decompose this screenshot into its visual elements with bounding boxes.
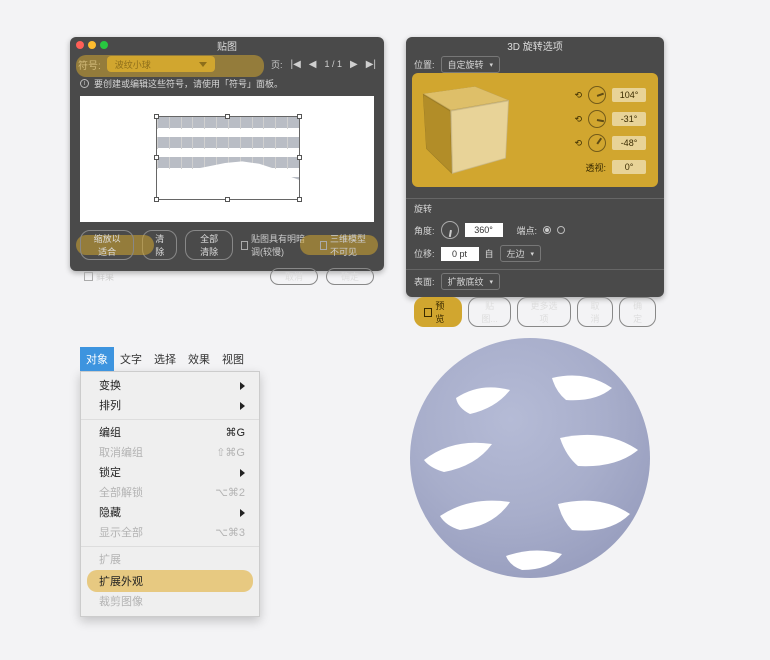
ok-button[interactable]: 确定 (326, 268, 374, 285)
more-options-button[interactable]: 更多选项 (517, 297, 570, 327)
angle-value[interactable]: 360° (465, 223, 503, 237)
tab-view[interactable]: 视图 (216, 347, 250, 371)
highlight-symbol (76, 55, 264, 77)
cap-label: 端点: (517, 224, 538, 237)
rot-y-dial[interactable] (588, 110, 606, 128)
hint-text: 要创建或编辑这些符号，请使用「符号」面板。 (94, 77, 283, 90)
mi-lock[interactable]: 锁定 (81, 463, 259, 483)
mi-expand: 扩展 (81, 550, 259, 570)
mi-unlock-all: 全部解锁⌥⌘2 (81, 483, 259, 503)
axis-x-icon: ⟲ (574, 90, 582, 101)
mi-crop-image: 裁剪图像 (81, 592, 259, 612)
mi-arrange[interactable]: 排列 (81, 396, 259, 416)
map-art-dialog: 贴图 符号: 波纹小球 页: |◀ ◀ 1 / 1 ▶ ▶| i 要创建或编辑这… (70, 37, 384, 271)
window-close[interactable] (76, 41, 84, 49)
from-dropdown[interactable]: 左边▾ (500, 245, 542, 262)
submenu-icon (240, 402, 245, 410)
cancel-button[interactable]: 取消 (577, 297, 614, 327)
tab-select[interactable]: 选择 (148, 347, 182, 371)
surface-label: 表面: (414, 275, 435, 288)
map-art-button[interactable]: 贴图... (468, 297, 512, 327)
angle-label: 角度: (414, 224, 435, 237)
axis-z-icon: ⟲ (574, 138, 582, 149)
from-label: 自 (485, 247, 494, 260)
cap-off-radio[interactable] (557, 226, 565, 234)
perspective-value[interactable]: 0° (612, 160, 646, 174)
preview-label: 预览 (435, 299, 451, 325)
preview-area[interactable] (80, 96, 374, 222)
cancel-button[interactable]: 取消 (270, 268, 318, 285)
submenu-icon (240, 469, 245, 477)
surface-dropdown[interactable]: 扩散底纹▾ (441, 273, 501, 290)
mi-expand-appearance[interactable]: 扩展外观 (87, 570, 253, 592)
shortcut: ⌘G (225, 426, 245, 440)
surface-value: 扩散底纹 (448, 275, 484, 288)
rot-z-value[interactable]: -48° (612, 136, 646, 150)
mi-transform[interactable]: 变换 (81, 376, 259, 396)
window-min[interactable] (88, 41, 96, 49)
mi-hide[interactable]: 隐藏 (81, 503, 259, 523)
mapped-art[interactable] (156, 116, 300, 200)
invisible-label: 三维模型不可见 (330, 232, 374, 258)
axis-y-icon: ⟲ (574, 114, 582, 125)
offset-value[interactable]: 0 pt (441, 247, 479, 261)
rot-z-dial[interactable] (588, 134, 606, 152)
mi-group[interactable]: 编组⌘G (81, 423, 259, 443)
title: 3D 旋转选项 (507, 38, 563, 53)
shortcut: ⇧⌘G (216, 446, 245, 460)
titlebar: 贴图 (70, 37, 384, 53)
result-sphere (410, 338, 650, 578)
position-value: 自定旋转 (448, 58, 484, 71)
nav-last[interactable]: ▶| (366, 59, 376, 70)
preview-checkbox[interactable]: 鲜果 (84, 270, 114, 283)
rot-x-dial[interactable] (588, 86, 606, 104)
nav-first[interactable]: |◀ (290, 59, 300, 70)
tab-object[interactable]: 对象 (80, 347, 114, 371)
preview-checkbox[interactable]: 预览 (414, 297, 462, 327)
perspective-label: 透视: (585, 161, 606, 174)
object-menu: 对象 文字 选择 效果 视图 变换 排列 编组⌘G 取消编组⇧⌘G 锁定 全部解… (80, 347, 260, 617)
submenu-icon (240, 382, 245, 390)
tab-text[interactable]: 文字 (114, 347, 148, 371)
menu-tabs: 对象 文字 选择 效果 视图 (80, 347, 260, 371)
mi-ungroup: 取消编组⇧⌘G (81, 443, 259, 463)
nav-prev[interactable]: ◀ (309, 59, 317, 70)
position-label: 位置: (414, 58, 435, 71)
submenu-icon (240, 509, 245, 517)
mi-show-all: 显示全部⌥⌘3 (81, 523, 259, 543)
page-label: 页: (271, 58, 283, 71)
rot-y-value[interactable]: -31° (612, 112, 646, 126)
rot-x-value[interactable]: 104° (612, 88, 646, 102)
3d-revolve-dialog: 3D 旋转选项 位置: 自定旋转 ▾ ⟲ 104° (406, 37, 664, 297)
object-dropdown: 变换 排列 编组⌘G 取消编组⇧⌘G 锁定 全部解锁⌥⌘2 隐藏 显示全部⌥⌘3… (80, 371, 260, 617)
clear-all-button[interactable]: 全部清除 (185, 230, 233, 260)
page-value: 1 / 1 (324, 59, 342, 69)
highlight-3d-block: ⟲ 104° ⟲ -31° ⟲ -48° 透视: 0° (412, 73, 658, 187)
angle-dial[interactable] (441, 221, 459, 239)
invisible-checkbox[interactable]: 三维模型不可见 (320, 232, 374, 258)
from-value: 左边 (507, 247, 525, 260)
info-icon: i (80, 79, 89, 88)
window-max[interactable] (100, 41, 108, 49)
offset-label: 位移: (414, 247, 435, 260)
nav-next[interactable]: ▶ (350, 59, 358, 70)
title: 贴图 (217, 38, 237, 53)
rotate-section-label: 旋转 (414, 202, 432, 215)
rotation-cube[interactable] (434, 95, 504, 165)
fit-button[interactable]: 缩放以适合 (80, 230, 134, 260)
titlebar: 3D 旋转选项 (406, 37, 664, 53)
ok-button[interactable]: 确定 (619, 297, 656, 327)
shortcut: ⌥⌘3 (215, 526, 245, 540)
tab-effect[interactable]: 效果 (182, 347, 216, 371)
position-dropdown[interactable]: 自定旋转 ▾ (441, 56, 501, 73)
cap-on-radio[interactable] (543, 226, 551, 234)
shortcut: ⌥⌘2 (215, 486, 245, 500)
preview-label: 鲜果 (96, 270, 114, 283)
